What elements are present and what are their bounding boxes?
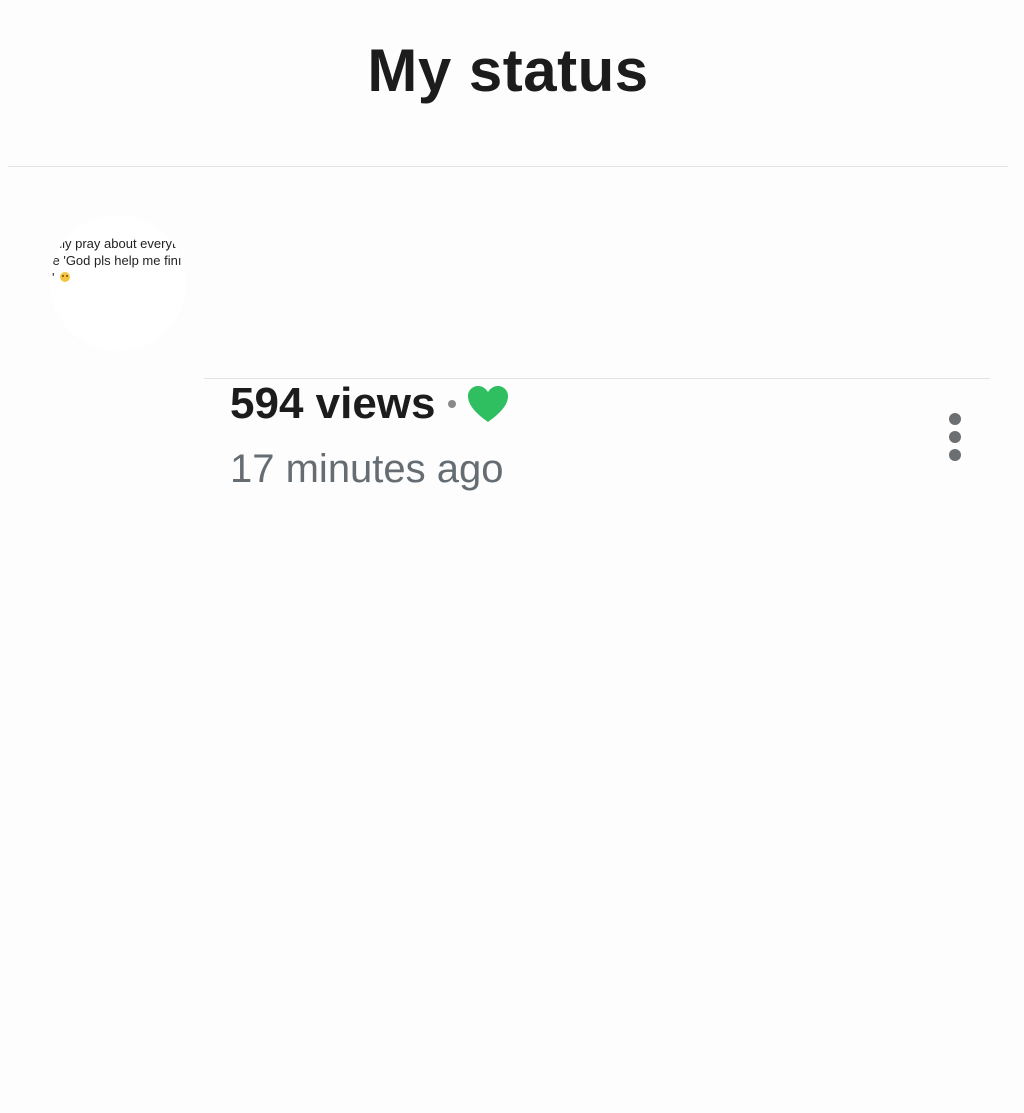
- menu-dot: [949, 431, 961, 443]
- emoji-icon: [60, 272, 70, 282]
- heart-icon: [467, 386, 508, 422]
- separator-dot: [447, 400, 456, 408]
- status-list: ally pray about everytt ce 'God pls help…: [0, 167, 1024, 491]
- views-count: 594 views: [230, 379, 436, 428]
- menu-dot: [949, 413, 961, 425]
- status-time: 17 minutes ago: [230, 447, 504, 491]
- more-options-button[interactable]: [935, 407, 975, 467]
- row-divider: [204, 378, 990, 379]
- status-thumbnail[interactable]: ally pray about everytt ce 'God pls help…: [50, 215, 186, 351]
- thumbnail-text-line: ally pray about everytt: [52, 236, 180, 251]
- menu-dot: [949, 449, 961, 461]
- header: My status: [8, 0, 1008, 167]
- thumbnail-text-line: ce 'God pls help me finı: [50, 253, 182, 268]
- my-status-screen: My status ally pray about everytt ce 'Go…: [0, 0, 1024, 1113]
- page-title: My status: [367, 37, 649, 104]
- thumbnail-text-line: ': [52, 270, 55, 285]
- status-row[interactable]: ally pray about everytt ce 'God pls help…: [0, 167, 1024, 491]
- views-line[interactable]: 594 views: [230, 379, 510, 429]
